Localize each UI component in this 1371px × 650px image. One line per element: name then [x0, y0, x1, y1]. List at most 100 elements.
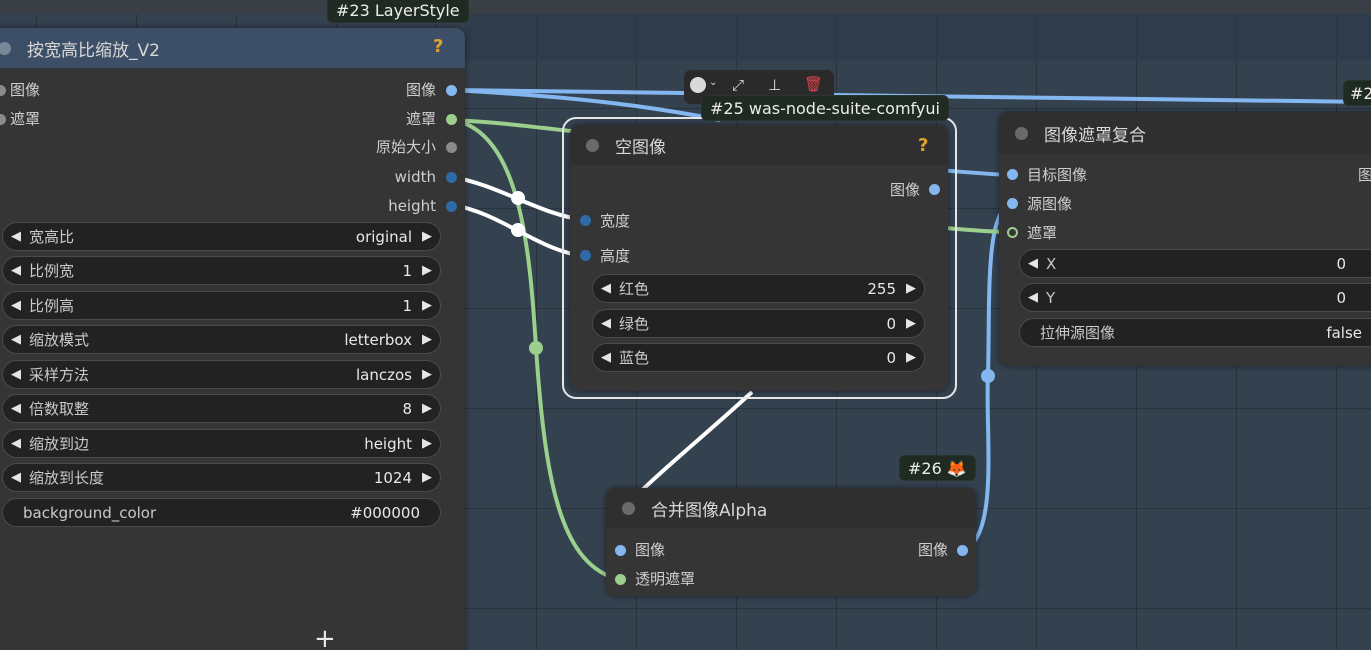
decrement-arrow-icon[interactable]: ◀: [11, 401, 25, 416]
widget-aspect-ratio[interactable]: ◀ 宽高比 original ▶: [2, 222, 441, 251]
node-source-tag-26: #26 🦊: [899, 455, 976, 481]
decrement-arrow-icon[interactable]: ◀: [11, 470, 25, 485]
node-header[interactable]: 空图像: [570, 125, 948, 165]
node-title: 合并图像Alpha: [651, 500, 768, 521]
widget-value: 1: [402, 296, 412, 315]
decrement-arrow-icon[interactable]: ◀: [1028, 256, 1042, 271]
node-source-tag-layerstyle: #23 LayerStyle: [327, 0, 469, 23]
output-image-label: 图像: [889, 181, 920, 199]
canvas-group-band: [465, 14, 1371, 60]
increment-arrow-icon[interactable]: ▶: [422, 401, 432, 416]
input-image-label: 图像: [635, 541, 666, 559]
widget-label: Y: [1046, 288, 1056, 307]
decrement-arrow-icon[interactable]: ◀: [11, 436, 25, 451]
output-width-port[interactable]: [446, 172, 457, 183]
widget-x[interactable]: ◀ X 0: [1019, 249, 1371, 278]
widget-proportional-height[interactable]: ◀ 比例高 1 ▶: [2, 291, 441, 320]
widget-round-multiple[interactable]: ◀ 倍数取整 8 ▶: [2, 394, 441, 423]
input-mask-port[interactable]: [1007, 227, 1018, 238]
wire-mask-to-empty: [451, 118, 581, 134]
widget-sampling-method[interactable]: ◀ 采样方法 lanczos ▶: [2, 360, 441, 389]
chevron-down-icon[interactable]: ⌄: [709, 77, 717, 88]
increment-arrow-icon[interactable]: ▶: [422, 298, 432, 313]
widget-label: 缩放到长度: [29, 469, 105, 487]
increment-arrow-icon[interactable]: ▶: [422, 229, 432, 244]
output-original-size-port[interactable]: [446, 142, 457, 153]
help-icon[interactable]: ?: [918, 135, 928, 156]
help-icon[interactable]: ?: [433, 36, 443, 57]
output-image-port[interactable]: [957, 545, 968, 556]
increment-arrow-icon[interactable]: ▶: [906, 281, 916, 296]
increment-arrow-icon[interactable]: ▶: [422, 332, 432, 347]
widget-y[interactable]: ◀ Y 0: [1019, 283, 1371, 312]
trash-icon[interactable]: 🗑: [804, 75, 823, 93]
input-width-port[interactable]: [580, 215, 591, 226]
decrement-arrow-icon[interactable]: ◀: [11, 367, 25, 382]
decrement-arrow-icon[interactable]: ◀: [11, 263, 25, 278]
output-width-label: width: [394, 168, 436, 186]
widget-value: 0: [886, 348, 896, 367]
widget-scale-to-length[interactable]: ◀ 缩放到长度 1024 ▶: [2, 463, 441, 492]
output-height-port[interactable]: [446, 201, 457, 212]
decrement-arrow-icon[interactable]: ◀: [1028, 290, 1042, 305]
widget-label: 倍数取整: [29, 400, 90, 418]
wire-image-branch: [451, 88, 721, 122]
increment-arrow-icon[interactable]: ▶: [422, 436, 432, 451]
widget-label: 蓝色: [619, 349, 650, 367]
pin-icon[interactable]: ⊥: [768, 76, 781, 94]
color-picker-icon[interactable]: [690, 77, 706, 93]
widget-proportional-width[interactable]: ◀ 比例宽 1 ▶: [2, 256, 441, 285]
input-source-image-port[interactable]: [1007, 198, 1018, 209]
decrement-arrow-icon[interactable]: ◀: [11, 229, 25, 244]
node-header[interactable]: 合并图像Alpha: [606, 488, 976, 528]
input-target-image-port[interactable]: [1007, 169, 1018, 180]
widget-blue[interactable]: ◀ 蓝色 0 ▶: [592, 343, 925, 372]
widget-scale-to-side[interactable]: ◀ 缩放到边 height ▶: [2, 429, 441, 458]
widget-red[interactable]: ◀ 红色 255 ▶: [592, 274, 925, 303]
input-width-label: 宽度: [600, 212, 631, 230]
widget-label: 拉伸源图像: [1040, 324, 1116, 342]
output-image-port[interactable]: [446, 85, 457, 96]
collapse-dot-icon[interactable]: [622, 501, 635, 515]
bypass-icon[interactable]: ⤢: [732, 76, 744, 94]
increment-arrow-icon[interactable]: ▶: [906, 350, 916, 365]
decrement-arrow-icon[interactable]: ◀: [601, 350, 615, 365]
node-title: 空图像: [615, 137, 666, 158]
widget-label: 缩放到边: [29, 435, 90, 453]
collapse-dot-icon[interactable]: [586, 138, 599, 152]
decrement-arrow-icon[interactable]: ◀: [601, 316, 615, 331]
output-original-size-label: 原始大小: [375, 138, 436, 156]
decrement-arrow-icon[interactable]: ◀: [11, 332, 25, 347]
decrement-arrow-icon[interactable]: ◀: [11, 298, 25, 313]
increment-arrow-icon[interactable]: ▶: [906, 316, 916, 331]
input-image-port[interactable]: [615, 545, 626, 556]
widget-label: 比例宽: [29, 262, 75, 280]
widget-label: 红色: [619, 280, 650, 298]
output-mask-label: 遮罩: [405, 110, 436, 128]
node-header[interactable]: 图像遮罩复合: [999, 112, 1371, 154]
widget-value: 255: [867, 279, 896, 298]
canvas-top-strip: [0, 0, 1371, 14]
widget-value: false: [1326, 323, 1362, 342]
increment-arrow-icon[interactable]: ▶: [422, 470, 432, 485]
widget-label: 比例高: [29, 297, 75, 315]
widget-background-color[interactable]: background_color #000000: [2, 498, 441, 527]
crosshair-cursor-icon: +: [314, 624, 336, 650]
collapse-dot-icon[interactable]: [0, 41, 11, 55]
input-alpha-mask-port[interactable]: [615, 574, 626, 585]
increment-arrow-icon[interactable]: ▶: [422, 367, 432, 382]
widget-green[interactable]: ◀ 绿色 0 ▶: [592, 309, 925, 338]
collapse-dot-icon[interactable]: [1015, 126, 1028, 140]
input-mask-label: 遮罩: [1027, 224, 1058, 242]
output-image-port[interactable]: [929, 184, 940, 195]
widget-fit-mode[interactable]: ◀ 缩放模式 letterbox ▶: [2, 325, 441, 354]
widget-resize-source[interactable]: 拉伸源图像 false: [1019, 318, 1371, 347]
input-image-label: 图像: [10, 81, 41, 99]
node-header[interactable]: 按宽高比缩放_V2: [0, 28, 465, 68]
widget-label: X: [1046, 254, 1057, 273]
decrement-arrow-icon[interactable]: ◀: [601, 281, 615, 296]
reroute-dot-green: [529, 341, 543, 355]
increment-arrow-icon[interactable]: ▶: [422, 263, 432, 278]
output-mask-port[interactable]: [446, 114, 457, 125]
input-height-port[interactable]: [580, 250, 591, 261]
